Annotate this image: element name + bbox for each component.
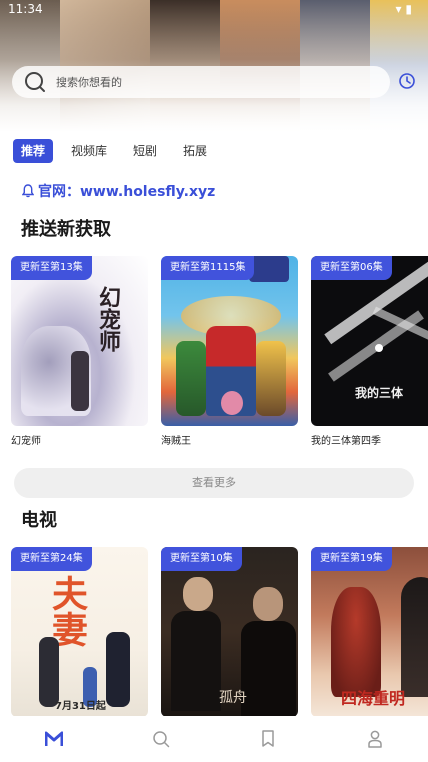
- clock-icon: [399, 73, 415, 89]
- section-title-tv: 电视: [21, 510, 57, 531]
- nav-search[interactable]: [107, 716, 214, 762]
- card-title: 海贼王: [161, 436, 191, 446]
- media-card[interactable]: 四海重明 更新至第19集: [311, 547, 428, 716]
- search-input[interactable]: [56, 75, 356, 89]
- bookmark-icon: [261, 730, 274, 747]
- status-time: 11:34: [8, 2, 43, 16]
- card-title: 我的三体第四季: [311, 436, 381, 446]
- tab-short-drama[interactable]: 短剧: [125, 139, 165, 163]
- update-badge: 更新至第1115集: [161, 256, 255, 280]
- section-title-push: 推送新获取: [21, 219, 111, 240]
- bell-icon: [22, 184, 34, 198]
- poster-image: 我的三体 更新至第06集: [311, 256, 428, 426]
- poster-title-text: 我的三体: [355, 386, 404, 400]
- poster-row-push: 幻宠师 更新至第13集 幻宠师 更新至第1115集 海贼王 我的三体 更新至第0…: [11, 256, 428, 446]
- poster-image: 孤舟 更新至第10集: [161, 547, 298, 716]
- poster-title-text: 孤舟: [219, 690, 247, 706]
- home-logo-icon: [44, 731, 63, 746]
- tab-video-library[interactable]: 视频库: [63, 139, 115, 163]
- poster-image: 幻宠师 更新至第13集: [11, 256, 148, 426]
- tab-recommend[interactable]: 推荐: [13, 139, 54, 163]
- search-icon: [152, 731, 169, 748]
- poster-title-text: 四海重明: [341, 689, 406, 708]
- search-icon: [20, 67, 50, 97]
- media-card[interactable]: 幻宠师 更新至第13集 幻宠师: [11, 256, 148, 446]
- media-card[interactable]: 夫妻 7月31日起 更新至第24集: [11, 547, 148, 716]
- poster-date-text: 7月31日起: [55, 701, 106, 712]
- card-title: 幻宠师: [11, 436, 41, 446]
- poster-image: 更新至第1115集: [161, 256, 298, 426]
- history-button[interactable]: [396, 70, 418, 92]
- official-site-link[interactable]: 官网：www.holesfly.xyz: [22, 181, 215, 201]
- poster-image: 四海重明 更新至第19集: [311, 547, 428, 716]
- nav-profile[interactable]: [321, 716, 428, 762]
- update-badge: 更新至第24集: [11, 547, 92, 571]
- category-tabs: 推荐 视频库 短剧 拓展: [13, 139, 225, 163]
- view-more-button[interactable]: 查看更多: [14, 468, 414, 498]
- update-badge: 更新至第10集: [161, 547, 242, 571]
- bottom-navigation: [0, 716, 428, 762]
- media-card[interactable]: 我的三体 更新至第06集 我的三体第四季: [311, 256, 428, 446]
- update-badge: 更新至第13集: [11, 256, 92, 280]
- search-bar[interactable]: [12, 66, 390, 98]
- update-badge: 更新至第19集: [311, 547, 392, 571]
- user-icon: [367, 730, 382, 748]
- status-bar: 11:34 ▾ ▮: [0, 0, 428, 20]
- official-site-text: 官网：www.holesfly.xyz: [38, 184, 216, 200]
- nav-favorites[interactable]: [214, 716, 321, 762]
- media-card[interactable]: 孤舟 更新至第10集: [161, 547, 298, 716]
- status-icons: ▾ ▮: [395, 2, 412, 16]
- media-card[interactable]: 更新至第1115集 海贼王: [161, 256, 298, 446]
- nav-home[interactable]: [0, 716, 107, 762]
- poster-title-text: 幻宠师: [95, 286, 121, 352]
- poster-title-text: 夫妻: [46, 575, 88, 647]
- tab-extension[interactable]: 拓展: [175, 139, 215, 163]
- poster-row-tv: 夫妻 7月31日起 更新至第24集 孤舟 更新至第10集 四海重明 更新至第19…: [11, 547, 428, 716]
- poster-image: 夫妻 7月31日起 更新至第24集: [11, 547, 148, 716]
- update-badge: 更新至第06集: [311, 256, 392, 280]
